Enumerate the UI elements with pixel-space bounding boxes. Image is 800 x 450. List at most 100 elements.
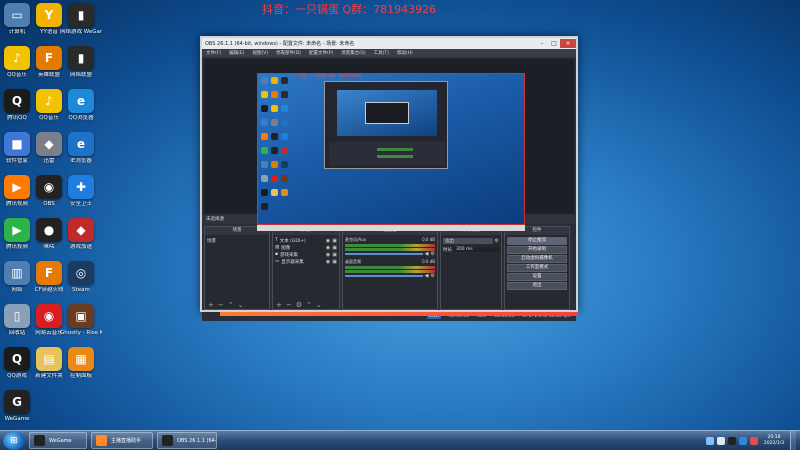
desktop-icon[interactable]: ◎ Steam bbox=[60, 261, 102, 294]
start-recording-button[interactable]: 开始录制 bbox=[507, 246, 567, 254]
speaker-icon[interactable]: ◀ bbox=[425, 251, 429, 257]
shield-icon[interactable] bbox=[739, 436, 747, 445]
studio-mode-button[interactable]: 工作室模式 bbox=[507, 264, 567, 272]
add-source-button[interactable]: + bbox=[276, 301, 282, 309]
track-db: 0.0 dB bbox=[422, 237, 435, 242]
eye-icon[interactable]: ◉ bbox=[326, 252, 330, 258]
lock-icon[interactable]: ▣ bbox=[332, 252, 337, 258]
scene-item-label: 场景 bbox=[207, 238, 216, 244]
move-up-button[interactable]: ⌃ bbox=[306, 301, 312, 309]
source-settings-icon[interactable]: ⚙ bbox=[296, 301, 302, 309]
app-icon: F bbox=[36, 261, 62, 285]
gear-icon[interactable]: ⚙ bbox=[431, 273, 435, 279]
desktop-icon-label: 网络联盟 bbox=[69, 72, 92, 78]
move-down-button[interactable]: ⌄ bbox=[316, 301, 322, 309]
preview-icon bbox=[281, 133, 288, 140]
preview-icon bbox=[271, 91, 278, 98]
remove-source-button[interactable]: − bbox=[286, 301, 292, 309]
source-item[interactable]: T 文本 (GDI+) ◉ ▣ bbox=[275, 237, 337, 244]
volume-slider[interactable] bbox=[345, 253, 423, 255]
minimize-button[interactable]: – bbox=[536, 39, 548, 48]
track-name: 桌面音频 bbox=[345, 259, 361, 264]
eye-icon[interactable]: ◉ bbox=[326, 238, 330, 244]
taskbar-item[interactable]: WeGame bbox=[29, 432, 87, 449]
no-source-label: 未选择源 bbox=[206, 217, 224, 222]
eye-icon[interactable]: ◉ bbox=[326, 245, 330, 251]
eye-icon[interactable]: ◉ bbox=[326, 259, 330, 265]
desktop-icon[interactable]: ✚ 安全卫士 bbox=[60, 175, 102, 208]
exit-button[interactable]: 退出 bbox=[507, 282, 567, 290]
preview-icon bbox=[281, 189, 288, 196]
stop-streaming-button[interactable]: 停止推流 bbox=[507, 237, 567, 245]
desktop-icon[interactable]: G WeGame bbox=[0, 390, 38, 423]
mixer-track: 桌面音频 0.0 dB ◀ ⚙ bbox=[345, 259, 435, 279]
desktop-icon[interactable]: ▦ 控制面板 bbox=[60, 347, 102, 380]
volume-icon[interactable] bbox=[717, 436, 725, 445]
source-item[interactable]: ▭ 显示器采集 ◉ ▣ bbox=[275, 258, 337, 265]
gear-icon[interactable]: ⚙ bbox=[431, 251, 435, 257]
obs-titlebar[interactable]: OBS 26.1.1 (64-bit, windows) - 配置文件: 未命名… bbox=[202, 38, 576, 49]
lock-icon[interactable]: ▣ bbox=[332, 259, 337, 265]
desktop-icon[interactable]: ▮ 网络游戏 WeGame版 bbox=[60, 3, 102, 36]
show-desktop-button[interactable] bbox=[790, 431, 796, 450]
obs-accent-bar bbox=[220, 312, 578, 316]
volume-meter bbox=[345, 266, 435, 269]
app-icon: ▤ bbox=[36, 347, 62, 371]
move-down-button[interactable]: ⌄ bbox=[238, 301, 244, 309]
preview-screen: 抖音：一只锅蛋 Q群：781943926 bbox=[257, 73, 525, 225]
close-button[interactable]: × bbox=[560, 39, 576, 48]
preview-icon bbox=[261, 105, 268, 112]
preview-icon bbox=[261, 119, 268, 126]
desktop-icon[interactable]: ◆ 游戏加速 bbox=[60, 218, 102, 251]
taskbar-item[interactable]: 主播直播助手 bbox=[91, 432, 153, 449]
speaker-icon[interactable]: ◀ bbox=[425, 273, 429, 279]
desktop-icon[interactable]: e IE浏览器 bbox=[60, 132, 102, 165]
volume-meter bbox=[345, 244, 435, 247]
desktop-icon[interactable]: e QQ浏览器 bbox=[60, 89, 102, 122]
maximize-button[interactable]: □ bbox=[548, 39, 560, 48]
scene-item[interactable]: 场景 bbox=[207, 237, 267, 244]
source-item[interactable]: ▪ 游戏采集 ◉ ▣ bbox=[275, 251, 337, 258]
start-button[interactable]: ⊞ bbox=[3, 431, 25, 450]
add-scene-button[interactable]: + bbox=[208, 301, 214, 309]
menu-help[interactable]: 帮助(H) bbox=[393, 50, 417, 56]
qq-icon[interactable] bbox=[728, 436, 736, 445]
virtual-camera-button[interactable]: 启动虚拟摄像机 bbox=[507, 255, 567, 263]
sources-dock: 来源 T文本 (GDI+)◉▣ ▨图像◉▣ ▪游戏采集◉▣ ▭显示器采集◉▣ +… bbox=[272, 226, 340, 310]
desktop-icon[interactable]: ▣ Ghostly - Rise Kanem... bbox=[60, 304, 102, 337]
input-icon[interactable] bbox=[750, 436, 758, 445]
lock-icon[interactable]: ▣ bbox=[332, 245, 337, 251]
app-icon: ▮ bbox=[68, 3, 94, 27]
scenes-footer: + − ⌃ ⌄ bbox=[205, 300, 269, 309]
lock-icon[interactable]: ▣ bbox=[332, 238, 337, 244]
menu-profile[interactable]: 配置文件(P) bbox=[305, 50, 337, 56]
menu-docks[interactable]: 停靠部件(D) bbox=[272, 50, 305, 56]
menu-scene-collection[interactable]: 场景集合(S) bbox=[337, 50, 369, 56]
clock[interactable]: 20:18 2022/1/3 bbox=[761, 435, 787, 447]
preview-canvas[interactable]: 抖音：一只锅蛋 Q群：781943926 bbox=[204, 59, 574, 231]
source-item[interactable]: ▨ 图像 ◉ ▣ bbox=[275, 244, 337, 251]
menu-tools[interactable]: 工具(T) bbox=[370, 50, 393, 56]
volume-slider[interactable] bbox=[345, 275, 423, 277]
tray-icons bbox=[706, 436, 758, 445]
transition-select[interactable]: 淡出 bbox=[443, 237, 493, 244]
network-icon[interactable] bbox=[706, 436, 714, 445]
move-up-button[interactable]: ⌃ bbox=[228, 301, 234, 309]
app-icon: ▦ bbox=[68, 347, 94, 371]
duration-input[interactable]: 300 ms bbox=[454, 247, 499, 252]
remove-scene-button[interactable]: − bbox=[218, 301, 224, 309]
menu-edit[interactable]: 编辑(E) bbox=[225, 50, 248, 56]
desktop-icon-label: IE浏览器 bbox=[70, 158, 92, 164]
taskbar-item[interactable]: OBS 26.1.1 (64-bit... bbox=[157, 432, 217, 449]
preview-icon bbox=[271, 77, 278, 84]
nested-screen bbox=[337, 90, 437, 136]
gear-icon[interactable]: ⚙ bbox=[495, 238, 499, 244]
app-icon: ▶ bbox=[4, 175, 30, 199]
menu-file[interactable]: 文件(F) bbox=[202, 50, 225, 56]
desktop-icon-label: WeGame bbox=[4, 416, 30, 422]
desktop-icon[interactable]: ▮ 网络联盟 bbox=[60, 46, 102, 79]
settings-button[interactable]: 设置 bbox=[507, 273, 567, 281]
preview-icon bbox=[281, 77, 288, 84]
scenes-dock: 场景 场景 + − ⌃ ⌄ bbox=[204, 226, 270, 310]
menu-view[interactable]: 视图(V) bbox=[248, 50, 272, 56]
